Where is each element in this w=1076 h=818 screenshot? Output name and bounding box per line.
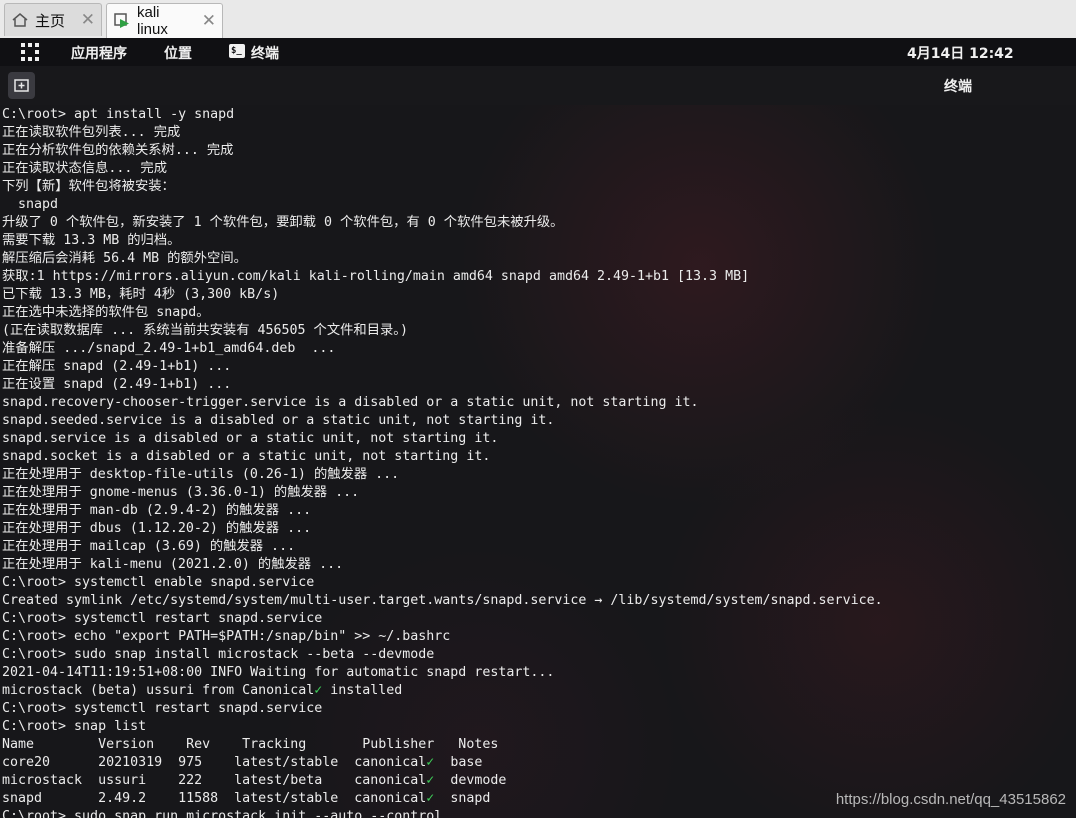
vm-icon bbox=[113, 12, 131, 30]
terminal-line: Name Version Rev Tracking Publisher Note… bbox=[2, 737, 499, 752]
terminal-line: core20 20210319 975 latest/stable canoni… bbox=[2, 755, 483, 770]
terminal-line: 正在读取状态信息... 完成 bbox=[2, 161, 167, 176]
terminal-line: 正在解压 snapd (2.49-1+b1) ... bbox=[2, 359, 232, 374]
terminal-header-bar: 终端 bbox=[0, 66, 1076, 106]
terminal-output[interactable]: C:\root> apt install -y snapd 正在读取软件包列表..… bbox=[0, 105, 1076, 818]
terminal-line: microstack (beta) ussuri from Canonical✓… bbox=[2, 683, 403, 698]
terminal-line: 正在处理用于 desktop-file-utils (0.26-1) 的触发器 … bbox=[2, 467, 400, 482]
terminal-line: 正在选中未选择的软件包 snapd。 bbox=[2, 305, 210, 320]
terminal-line: C:\root> systemctl restart snapd.service bbox=[2, 611, 323, 626]
tab-kali-linux-label: kali linux bbox=[137, 4, 168, 38]
terminal-line: C:\root> systemctl restart snapd.service bbox=[2, 701, 323, 716]
clock[interactable]: 4月14日 12:42 bbox=[907, 43, 1014, 63]
places-menu[interactable]: 位置 bbox=[164, 43, 192, 63]
terminal-line: 需要下载 13.3 MB 的归档。 bbox=[2, 233, 181, 248]
terminal-line: 正在处理用于 man-db (2.9.4-2) 的触发器 ... bbox=[2, 503, 312, 518]
terminal-title: 终端 bbox=[944, 79, 972, 95]
tab-home[interactable]: 主页 ✕ bbox=[4, 3, 102, 36]
terminal-line: snapd.recovery-chooser-trigger.service i… bbox=[2, 395, 699, 410]
terminal-line: 获取:1 https://mirrors.aliyun.com/kali kal… bbox=[2, 269, 750, 284]
verified-check-icon: ✓ bbox=[426, 755, 435, 770]
terminal-line: 解压缩后会消耗 56.4 MB 的额外空间。 bbox=[2, 251, 247, 266]
tab-home-label: 主页 bbox=[35, 12, 66, 30]
terminal-app-menu[interactable]: 终端 bbox=[251, 43, 279, 63]
terminal-line: microstack ussuri 222 latest/beta canoni… bbox=[2, 773, 507, 788]
terminal-line: C:\root> apt install -y snapd bbox=[2, 107, 235, 122]
terminal-icon: $_ bbox=[229, 44, 245, 58]
terminal-line: 已下载 13.3 MB，耗时 4秒 (3,300 kB/s) bbox=[2, 287, 280, 302]
terminal-line: 2021-04-14T11:19:51+08:00 INFO Waiting f… bbox=[2, 665, 555, 680]
new-tab-icon bbox=[14, 79, 29, 92]
tab-kali-linux[interactable]: kali linux ✕ bbox=[106, 3, 223, 38]
verified-check-icon: ✓ bbox=[314, 683, 323, 698]
terminal-line: snapd bbox=[2, 197, 59, 212]
terminal-line: 正在处理用于 dbus (1.12.20-2) 的触发器 ... bbox=[2, 521, 312, 536]
terminal-line: 准备解压 .../snapd_2.49-1+b1_amd64.deb ... bbox=[2, 341, 336, 356]
tab-kali-linux-close-icon[interactable]: ✕ bbox=[202, 11, 216, 31]
applications-menu[interactable]: 应用程序 bbox=[71, 43, 127, 63]
terminal-line: C:\root> snap list bbox=[2, 719, 147, 734]
terminal-line: Created symlink /etc/systemd/system/mult… bbox=[2, 593, 883, 608]
terminal-line: 正在分析软件包的依赖关系树... 完成 bbox=[2, 143, 234, 158]
terminal-line: snapd.socket is a disabled or a static u… bbox=[2, 449, 491, 464]
terminal-line: C:\root> echo "export PATH=$PATH:/snap/b… bbox=[2, 629, 451, 644]
home-icon bbox=[11, 11, 29, 29]
vm-tab-strip: 主页 ✕ kali linux ✕ bbox=[0, 0, 1076, 39]
apps-grid-icon[interactable] bbox=[21, 43, 39, 61]
terminal-line: snapd.seeded.service is a disabled or a … bbox=[2, 413, 555, 428]
terminal-line: 正在读取软件包列表... 完成 bbox=[2, 125, 181, 140]
terminal-lines: C:\root> apt install -y snapd 正在读取软件包列表..… bbox=[2, 106, 883, 818]
terminal-line: C:\root> sudo snap install microstack --… bbox=[2, 647, 435, 662]
terminal-line: C:\root> systemctl enable snapd.service bbox=[2, 575, 315, 590]
terminal-line: snapd 2.49.2 11588 latest/stable canonic… bbox=[2, 791, 491, 806]
watermark: https://blog.csdn.net/qq_43515862 bbox=[835, 791, 1066, 808]
new-tab-button[interactable] bbox=[8, 72, 35, 99]
terminal-line: 正在处理用于 mailcap (3.69) 的触发器 ... bbox=[2, 539, 296, 554]
terminal-line: 正在处理用于 kali-menu (2021.2.0) 的触发器 ... bbox=[2, 557, 344, 572]
terminal-line: 下列【新】软件包将被安装： bbox=[2, 179, 175, 194]
terminal-line: 正在处理用于 gnome-menus (3.36.0-1) 的触发器 ... bbox=[2, 485, 360, 500]
terminal-line: 正在设置 snapd (2.49-1+b1) ... bbox=[2, 377, 232, 392]
terminal-line: 升级了 0 个软件包，新安装了 1 个软件包，要卸载 0 个软件包，有 0 个软… bbox=[2, 215, 564, 230]
verified-check-icon: ✓ bbox=[426, 773, 435, 788]
verified-check-icon: ✓ bbox=[426, 791, 435, 806]
terminal-line: (正在读取数据库 ... 系统当前共安装有 456505 个文件和目录。) bbox=[2, 323, 408, 338]
terminal-line: C:\root> sudo snap run microstack.init -… bbox=[2, 809, 443, 818]
terminal-line: snapd.service is a disabled or a static … bbox=[2, 431, 499, 446]
tab-home-close-icon[interactable]: ✕ bbox=[81, 10, 95, 30]
desktop-top-bar: 应用程序 位置 $_ 终端 4月14日 12:42 bbox=[0, 38, 1076, 66]
